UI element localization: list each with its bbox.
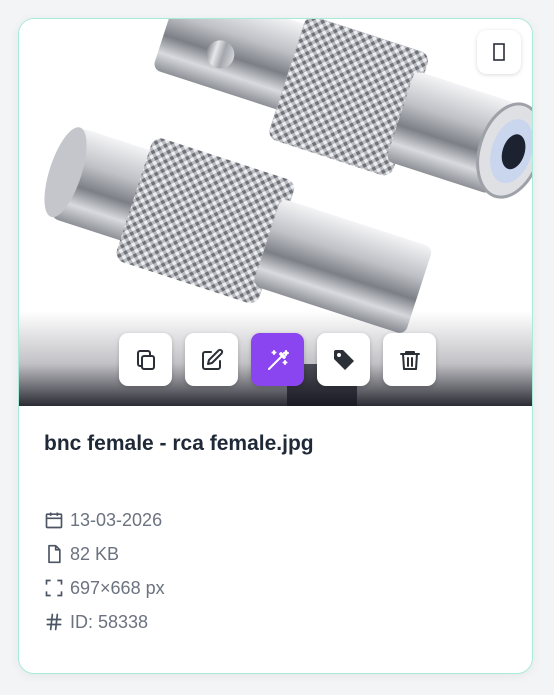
edit-icon	[201, 348, 223, 370]
file-card[interactable]: bnc female - rca female.jpg 13-03-2026 8…	[18, 18, 533, 674]
meta-dimensions: 697×668 px	[44, 571, 165, 605]
magic-wand-icon	[267, 349, 289, 370]
file-thumbnail[interactable]	[19, 19, 532, 406]
meta-date: 13-03-2026	[44, 503, 165, 537]
copy-button[interactable]	[119, 333, 172, 386]
dimensions-icon	[44, 578, 64, 598]
size-value: 82 KB	[70, 543, 120, 564]
file-icon	[44, 544, 64, 564]
ai-enhance-button[interactable]	[251, 333, 304, 386]
file-name: bnc female - rca female.jpg	[44, 432, 314, 455]
checkbox-icon	[493, 43, 505, 61]
trash-icon	[399, 350, 420, 370]
calendar-icon	[44, 510, 64, 530]
file-metadata: 13-03-2026 82 KB 697×668 px ID: 58338	[44, 503, 165, 639]
select-checkbox-button[interactable]	[477, 30, 521, 74]
hash-icon	[44, 612, 64, 632]
tag-button[interactable]	[317, 333, 370, 386]
date-value: 13-03-2026	[70, 509, 163, 530]
copy-icon	[136, 349, 155, 370]
tag-icon	[333, 349, 354, 370]
action-toolbar	[119, 333, 436, 386]
edit-button[interactable]	[185, 333, 238, 386]
delete-button[interactable]	[383, 333, 436, 386]
id-value: ID: 58338	[70, 611, 149, 632]
dimensions-value: 697×668 px	[70, 577, 165, 598]
meta-id: ID: 58338	[44, 605, 165, 639]
meta-size: 82 KB	[44, 537, 165, 571]
